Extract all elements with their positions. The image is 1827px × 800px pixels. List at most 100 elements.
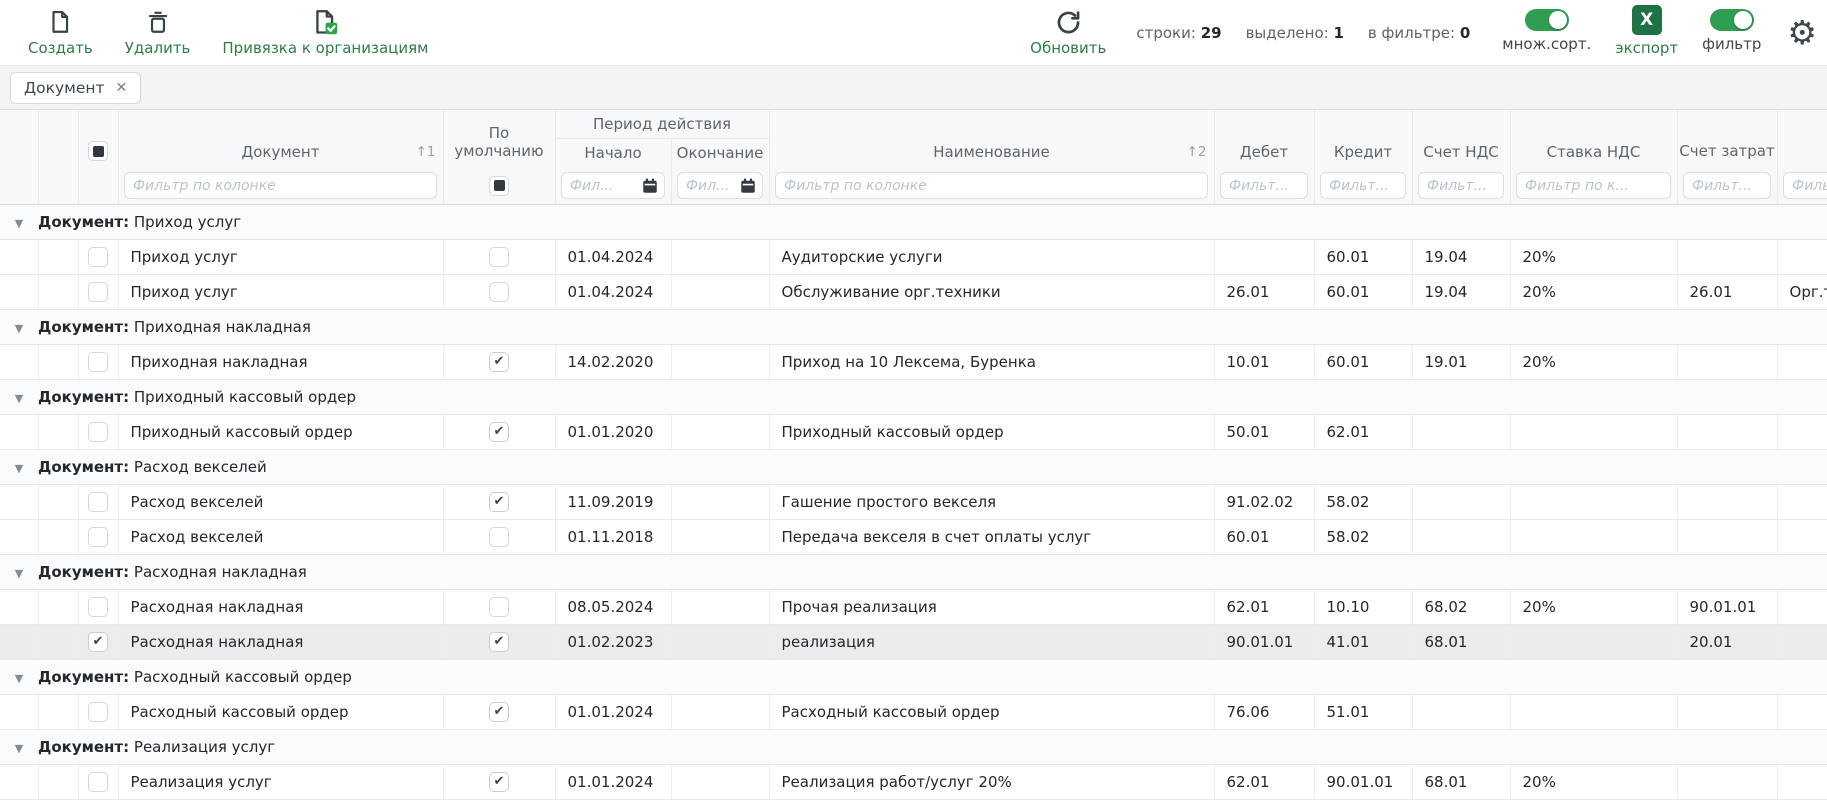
rows-count: строки: 29	[1136, 24, 1221, 42]
default-checkbox[interactable]: ✔	[489, 702, 509, 722]
col-header-last[interactable]	[1777, 110, 1827, 168]
default-checkbox[interactable]: ✔	[489, 422, 509, 442]
row-select-checkbox[interactable]	[88, 527, 108, 547]
col-header-name[interactable]: Наименование↑2	[769, 110, 1214, 168]
vat-rate-cell: 20%	[1510, 344, 1677, 379]
cost-account-cell	[1677, 344, 1777, 379]
document-cell: Расходная накладная	[118, 624, 443, 659]
toggle-on-icon	[1525, 9, 1569, 31]
cost-account-cell	[1677, 519, 1777, 554]
cost-account-cell	[1677, 484, 1777, 519]
col-header-select-all	[78, 110, 118, 168]
refresh-icon	[1055, 6, 1082, 38]
group-collapse-toggle[interactable]: ▼	[0, 554, 38, 589]
table-row[interactable]: Реализация услуг✔01.01.2024Реализация ра…	[0, 764, 1827, 799]
last-filter-input[interactable]	[1783, 172, 1827, 199]
col-header-vat-account[interactable]: Счет НДС	[1412, 110, 1510, 168]
col-header-period-end[interactable]: Окончание	[671, 138, 769, 168]
row-select-checkbox[interactable]	[88, 492, 108, 512]
group-collapse-toggle[interactable]: ▼	[0, 449, 38, 484]
default-checkbox[interactable]	[489, 597, 509, 617]
default-checkbox[interactable]: ✔	[489, 632, 509, 652]
credit-filter-input[interactable]	[1320, 172, 1406, 199]
col-header-period-start[interactable]: Начало	[555, 138, 671, 168]
col-header-cost-account[interactable]: Счет затрат	[1677, 110, 1777, 168]
group-collapse-toggle[interactable]: ▼	[0, 309, 38, 344]
default-checkbox[interactable]: ✔	[489, 492, 509, 512]
vat-rate-filter-input[interactable]	[1516, 172, 1671, 199]
col-header-default[interactable]: По умолчанию	[443, 110, 555, 168]
cost-account-filter-input[interactable]	[1683, 172, 1771, 199]
calendar-icon[interactable]	[641, 177, 659, 195]
cost-account-cell: 20.01	[1677, 624, 1777, 659]
default-checkbox[interactable]: ✔	[489, 352, 509, 372]
row-select-checkbox[interactable]	[88, 247, 108, 267]
debit-cell	[1214, 239, 1314, 274]
group-header-row: ▼Документ: Расход векселей	[0, 449, 1827, 484]
table-row[interactable]: ✔Расходная накладная✔01.02.2023реализаци…	[0, 624, 1827, 659]
row-select-checkbox[interactable]	[88, 702, 108, 722]
table-row[interactable]: Расходная накладная08.05.2024Прочая реал…	[0, 589, 1827, 624]
period-end-cell	[671, 519, 769, 554]
vat-account-filter-input[interactable]	[1418, 172, 1504, 199]
filter-toggle[interactable]: фильтр	[1690, 0, 1773, 65]
bind-organizations-button[interactable]: Привязка к организациям	[206, 0, 444, 65]
vat-rate-cell	[1510, 519, 1677, 554]
table-row[interactable]: Приходная накладная✔14.02.2020Приход на …	[0, 344, 1827, 379]
default-filter-checkbox[interactable]	[489, 176, 509, 196]
close-icon[interactable]: ✕	[116, 80, 128, 96]
name-cell: реализация	[769, 624, 1214, 659]
refresh-button[interactable]: Обновить	[1014, 0, 1122, 65]
select-all-checkbox[interactable]	[88, 141, 108, 161]
vat-account-cell	[1412, 414, 1510, 449]
document-cell: Расходный кассовый ордер	[118, 694, 443, 729]
cost-item-cell	[1777, 589, 1827, 624]
vat-account-cell: 68.01	[1412, 764, 1510, 799]
cost-item-cell	[1777, 694, 1827, 729]
group-collapse-toggle[interactable]: ▼	[0, 659, 38, 694]
export-button[interactable]: X экспорт	[1603, 0, 1690, 65]
row-select-checkbox[interactable]	[88, 772, 108, 792]
row-select-checkbox[interactable]: ✔	[88, 632, 108, 652]
debit-cell: 50.01	[1214, 414, 1314, 449]
col-header-credit[interactable]: Кредит	[1314, 110, 1412, 168]
name-filter-input[interactable]	[775, 172, 1208, 199]
row-select-checkbox[interactable]	[88, 282, 108, 302]
toggle-on-icon	[1710, 9, 1754, 31]
table-row[interactable]: Приход услуг01.04.2024Обслуживание орг.т…	[0, 274, 1827, 309]
row-select-checkbox[interactable]	[88, 597, 108, 617]
multi-sort-toggle[interactable]: множ.сорт.	[1490, 0, 1603, 65]
filter-label: фильтр	[1702, 35, 1761, 53]
default-checkbox[interactable]	[489, 527, 509, 547]
period-start-cell: 01.11.2018	[555, 519, 671, 554]
chevron-down-icon: ▼	[15, 742, 23, 755]
default-checkbox[interactable]	[489, 247, 509, 267]
default-checkbox[interactable]	[489, 282, 509, 302]
col-header-debit[interactable]: Дебет	[1214, 110, 1314, 168]
col-header-document[interactable]: Документ↑1	[118, 110, 443, 168]
row-select-checkbox[interactable]	[88, 422, 108, 442]
calendar-icon[interactable]	[739, 177, 757, 195]
table-row[interactable]: Приходный кассовый ордер✔01.01.2020Прихо…	[0, 414, 1827, 449]
row-select-checkbox[interactable]	[88, 352, 108, 372]
col-header-vat-rate[interactable]: Ставка НДС	[1510, 110, 1677, 168]
delete-button[interactable]: Удалить	[109, 0, 207, 65]
create-button[interactable]: Создать	[12, 0, 109, 65]
debit-filter-input[interactable]	[1220, 172, 1308, 199]
group-header-row: ▼Документ: Расходная накладная	[0, 554, 1827, 589]
period-start-cell: 08.05.2024	[555, 589, 671, 624]
table-row[interactable]: Приход услуг01.04.2024Аудиторские услуги…	[0, 239, 1827, 274]
settings-gear-icon[interactable]: ⚙	[1773, 0, 1827, 65]
table-row[interactable]: Расходный кассовый ордер✔01.01.2024Расхо…	[0, 694, 1827, 729]
cost-account-cell	[1677, 239, 1777, 274]
credit-cell: 10.10	[1314, 589, 1412, 624]
group-collapse-toggle[interactable]: ▼	[0, 204, 38, 239]
table-row[interactable]: Расход векселей01.11.2018Передача вексел…	[0, 519, 1827, 554]
tab-document[interactable]: Документ ✕	[10, 72, 141, 104]
period-start-cell: 01.01.2024	[555, 764, 671, 799]
group-collapse-toggle[interactable]: ▼	[0, 379, 38, 414]
table-row[interactable]: Расход векселей✔11.09.2019Гашение просто…	[0, 484, 1827, 519]
group-collapse-toggle[interactable]: ▼	[0, 729, 38, 764]
document-filter-input[interactable]	[124, 172, 437, 199]
default-checkbox[interactable]: ✔	[489, 772, 509, 792]
